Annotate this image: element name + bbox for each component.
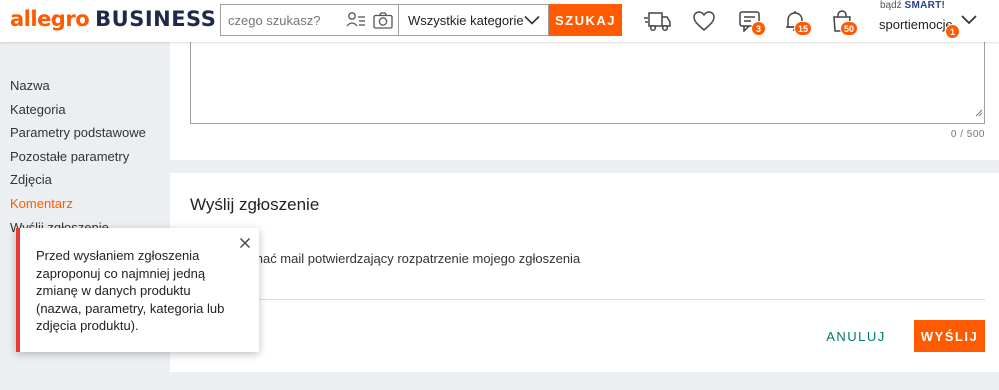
logo-allegro-text: allegro [10, 7, 90, 31]
category-select[interactable]: Wszystkie kategorie [398, 4, 549, 36]
search-bar: Wszystkie kategorie SZUKAJ [220, 4, 622, 36]
sidebar-item-kategoria[interactable]: Kategoria [10, 102, 146, 126]
character-counter: 0 / 500 [950, 129, 985, 140]
camera-icon[interactable] [372, 10, 394, 30]
bell-icon[interactable]: 15 [781, 7, 813, 36]
delivery-truck-icon[interactable] [643, 7, 671, 35]
cart-badge: 50 [840, 21, 859, 36]
heart-icon[interactable] [690, 7, 718, 35]
logo-business-text: BUSINESS [95, 7, 217, 31]
comment-textarea[interactable] [190, 42, 985, 124]
user-badge: 1 [945, 24, 960, 39]
voice-search-icon[interactable] [345, 10, 367, 30]
shopping-bag-icon[interactable]: 50 [828, 7, 859, 36]
sidebar-item-zdjecia[interactable]: Zdjęcia [10, 172, 146, 196]
category-select-value: Wszystkie kategorie [408, 12, 524, 28]
sidebar-item-komentarz[interactable]: Komentarz [10, 196, 146, 220]
allegro-business-logo[interactable]: allegro BUSINESS [10, 7, 216, 31]
search-input[interactable] [228, 12, 340, 28]
top-header: allegroBUSINESS Wszystkie kategorie SZUK… [0, 0, 999, 42]
section-title: Wyślij zgłoszenie [190, 195, 320, 214]
form-sections-nav: Nazwa Kategoria Parametry podstawowe Poz… [10, 78, 146, 243]
smart-promo[interactable]: bądź SMART! [880, 0, 945, 11]
smart-label: SMART! [904, 0, 946, 11]
divider [190, 299, 985, 300]
submit-card: Wyślij zgłoszenie Chcę otrzymać mail pot… [170, 173, 999, 372]
resize-handle-icon[interactable] [975, 104, 983, 122]
toast-message: Przed wysłaniem zgłoszenia zaproponuj co… [36, 248, 225, 333]
messages-badge: 3 [751, 21, 766, 36]
sidebar-item-nazwa[interactable]: Nazwa [10, 78, 146, 102]
search-button[interactable]: SZUKAJ [549, 4, 622, 36]
comment-card: 0 / 500 [170, 42, 999, 160]
close-icon[interactable] [238, 236, 252, 250]
submit-button[interactable]: WYŚLIJ [914, 320, 985, 352]
cancel-button[interactable]: ANULUJ [824, 320, 888, 352]
smart-prefix: bądź [880, 0, 902, 11]
sidebar-item-pozostale-parametry[interactable]: Pozostałe parametry [10, 149, 146, 173]
search-input-wrap [220, 4, 398, 36]
error-toast: Przed wysłaniem zgłoszenia zaproponuj co… [16, 228, 259, 352]
sidebar-item-parametry-podstawowe[interactable]: Parametry podstawowe [10, 125, 146, 149]
user-name[interactable]: sportiemocje [879, 17, 953, 32]
user-menu-chevron-icon[interactable] [960, 13, 978, 31]
notifications-badge: 15 [794, 21, 813, 36]
messages-icon[interactable]: 3 [736, 7, 766, 36]
chevron-down-icon [524, 13, 540, 28]
